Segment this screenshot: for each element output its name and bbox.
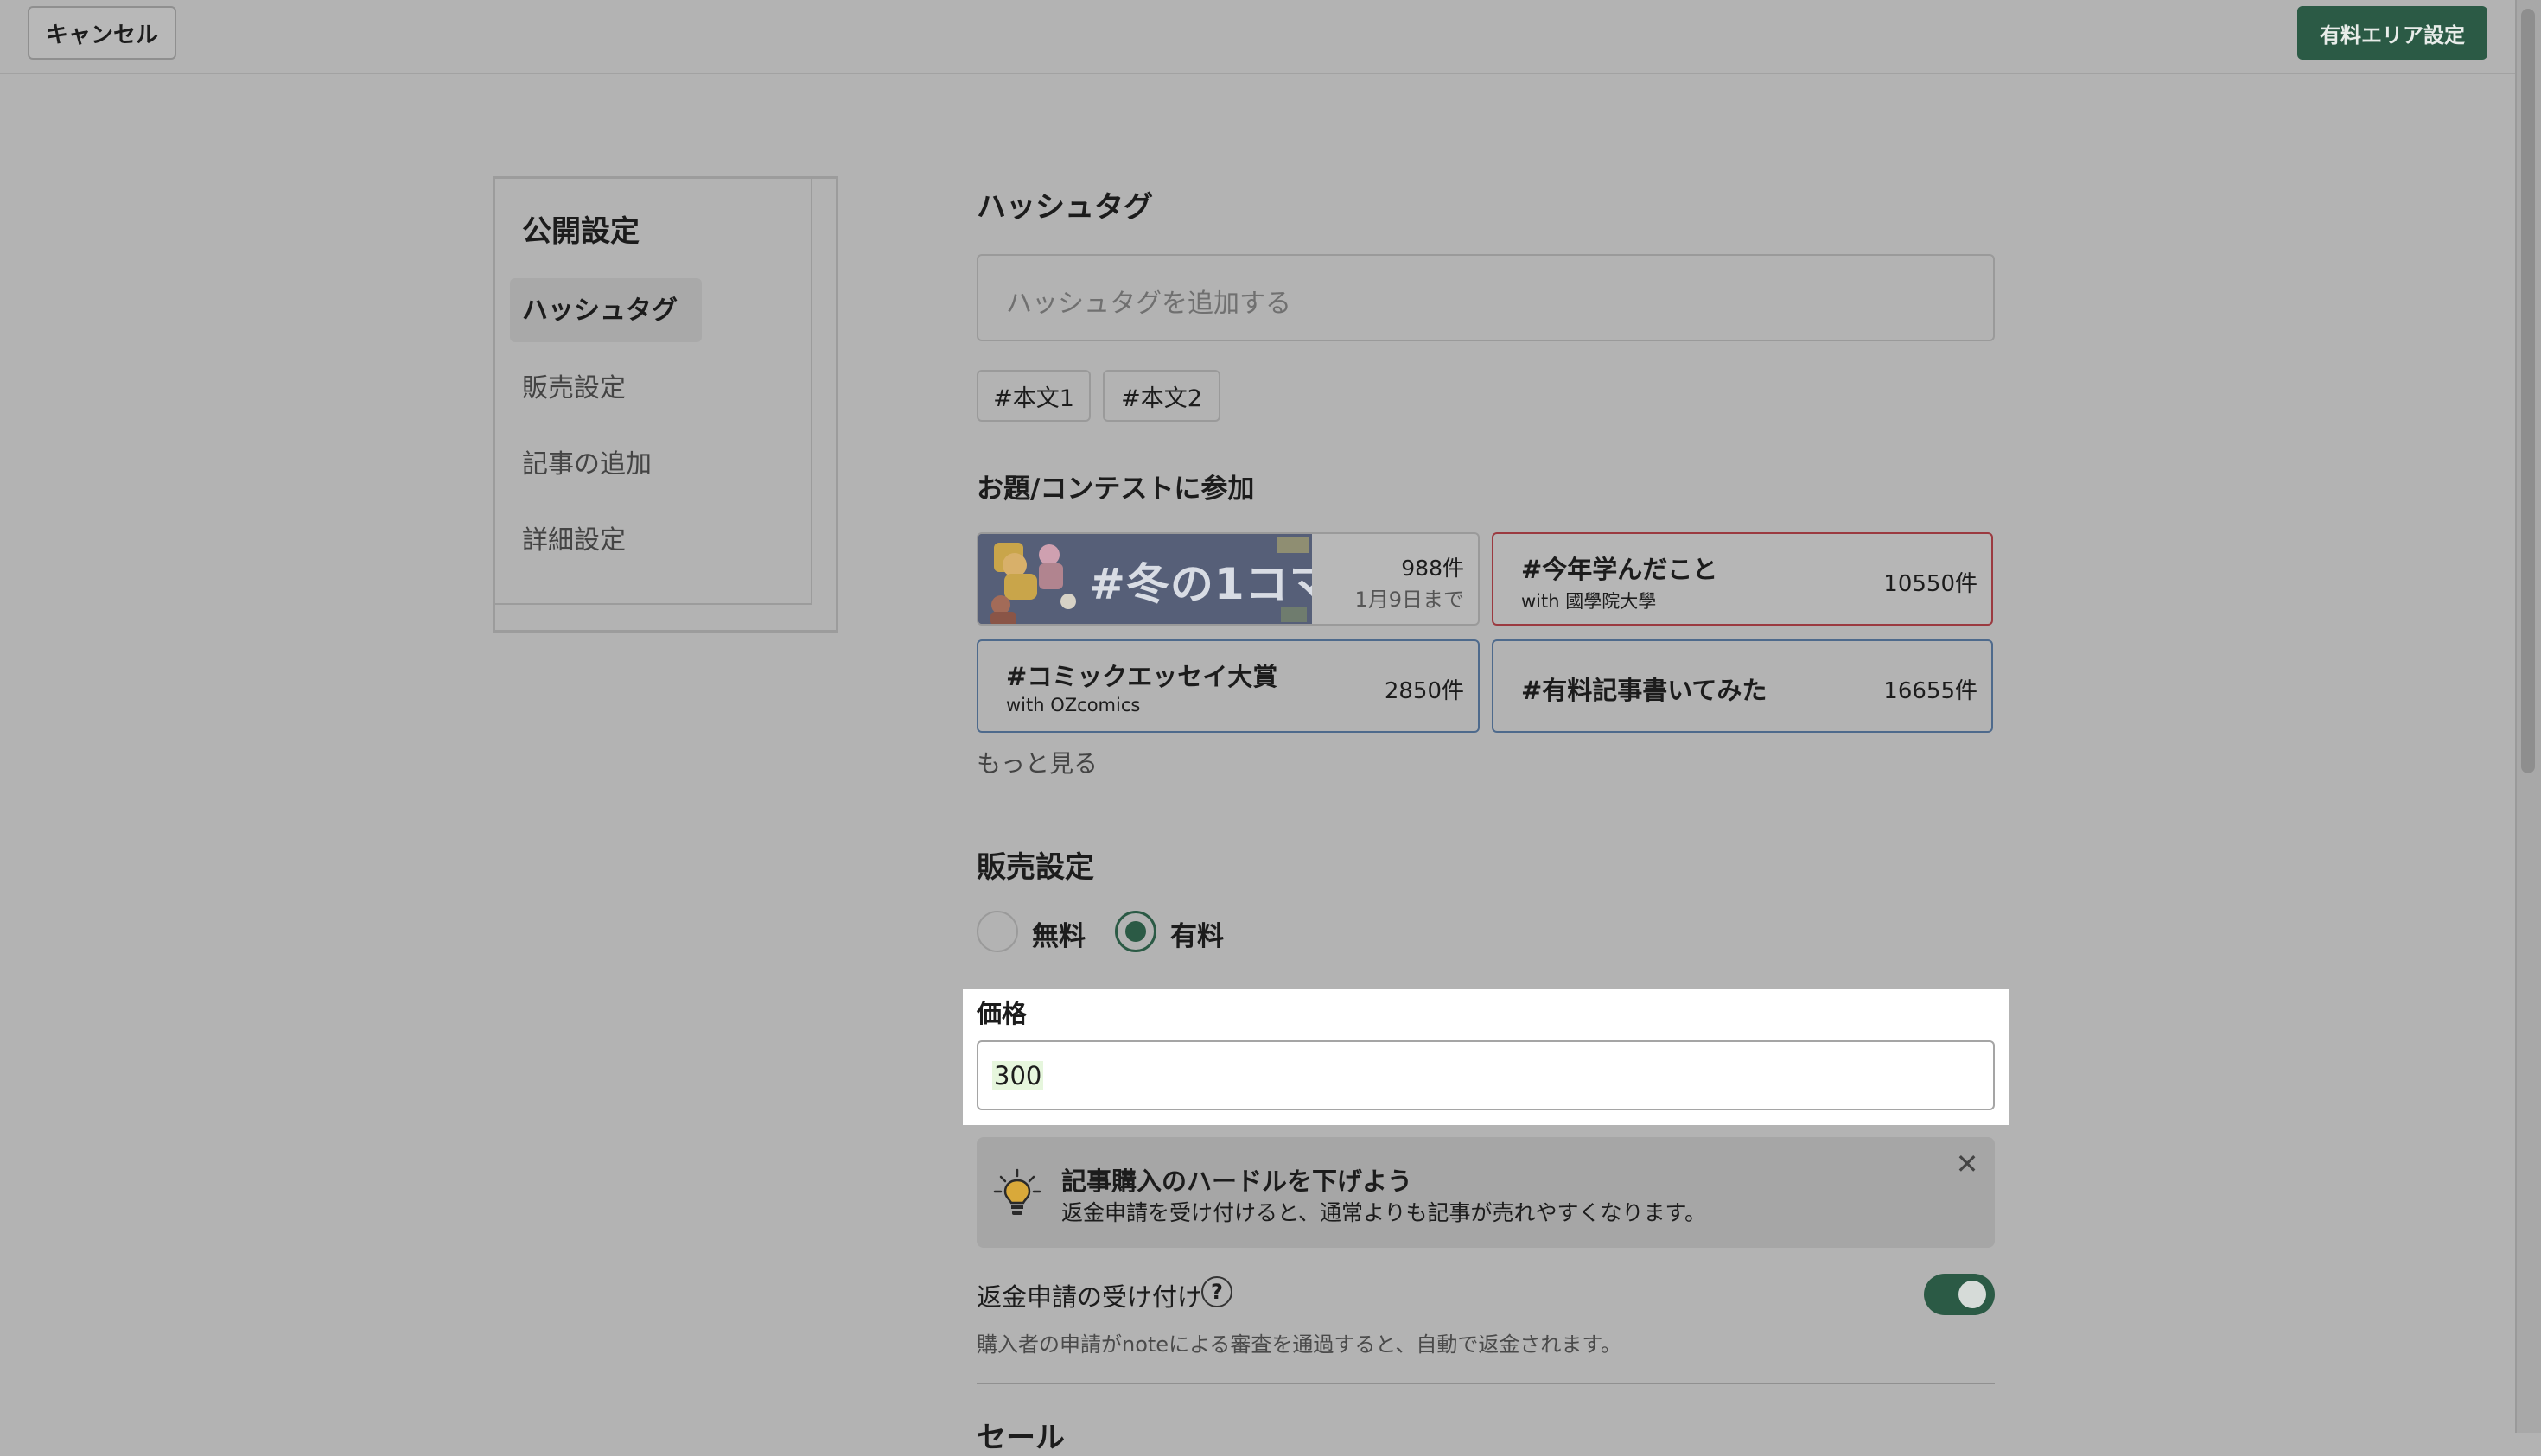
contest-count: 10550件 [1883,571,1977,597]
paid-area-settings-button[interactable]: 有料エリア設定 [2297,6,2487,60]
sales-heading: 販売設定 [977,850,1094,885]
lightbulb-icon [990,1167,1044,1220]
sidebar-item-add-article[interactable]: 記事の追加 [522,442,652,480]
cancel-button[interactable]: キャンセル [28,6,176,60]
hashtag-chip[interactable]: #本文1 [977,370,1091,422]
scrollbar-thumb[interactable] [2521,9,2535,773]
tip-title: 記事購入のハードルを下げよう [1061,1167,1413,1196]
contest-banner-image: #冬の1コマ [978,534,1312,624]
contest-deadline: 1月9日まで [1354,588,1464,612]
contest-count: 16655件 [1883,678,1977,704]
refund-description: 購入者の申請がnoteによる審査を通過すると、自動で返金されます。 [977,1332,1621,1357]
tip-body: 返金申請を受け付けると、通常よりも記事が売れやすくなります。 [1061,1200,1707,1225]
contest-card-paid-article[interactable]: #有料記事書いてみた 16655件 [1492,639,1993,733]
price-label: 価格 [977,999,1028,1028]
free-radio-label[interactable]: 無料 [1032,914,1086,953]
divider [977,1383,1995,1384]
help-icon[interactable]: ? [1201,1276,1232,1307]
hashtag-input[interactable]: ハッシュタグを追加する [977,254,1995,341]
hashtag-chip[interactable]: #本文2 [1103,370,1220,422]
contest-card-comic-essay[interactable]: #コミックエッセイ大賞 with OZcomics 2850件 [977,639,1480,733]
sidebar-item-sales[interactable]: 販売設定 [522,366,626,404]
price-value[interactable]: 300 [992,1061,1044,1090]
contest-title: #有料記事書いてみた [1521,676,1767,705]
paid-radio-selected-dot [1125,921,1146,942]
free-radio[interactable] [977,911,1018,952]
contest-sponsor: with OZcomics [1006,695,1141,715]
price-input[interactable] [977,1040,1995,1110]
contest-title: #今年学んだこと [1521,555,1718,584]
contest-count: 2850件 [1384,678,1464,704]
refund-label: 返金申請の受け付け [977,1282,1203,1312]
sidebar-item-hashtag[interactable]: ハッシュタグ [522,289,678,327]
contest-count: 988件 [1401,556,1464,581]
refund-toggle-knob [1958,1281,1986,1308]
top-bar [0,0,2515,74]
contest-banner-text: #冬の1コマ [1089,559,1312,609]
contest-card-winter[interactable]: #冬の1コマ 988件 1月9日まで [977,532,1480,626]
sidebar-item-details[interactable]: 詳細設定 [522,518,626,556]
close-icon[interactable]: ✕ [1952,1148,1983,1180]
sidebar-title: 公開設定 [522,214,640,249]
contest-card-learned-this-year[interactable]: #今年学んだこと with 國學院大學 10550件 [1492,532,1993,626]
contest-title: #コミックエッセイ大賞 [1006,662,1278,691]
contest-sponsor: with 國學院大學 [1521,591,1657,612]
hashtag-heading: ハッシュタグ [977,190,1153,225]
sale-heading: セール [977,1421,1065,1455]
contest-heading: お題/コンテストに参加 [977,474,1255,505]
paid-radio-label[interactable]: 有料 [1170,914,1224,953]
show-more-link[interactable]: もっと見る [977,745,1098,779]
